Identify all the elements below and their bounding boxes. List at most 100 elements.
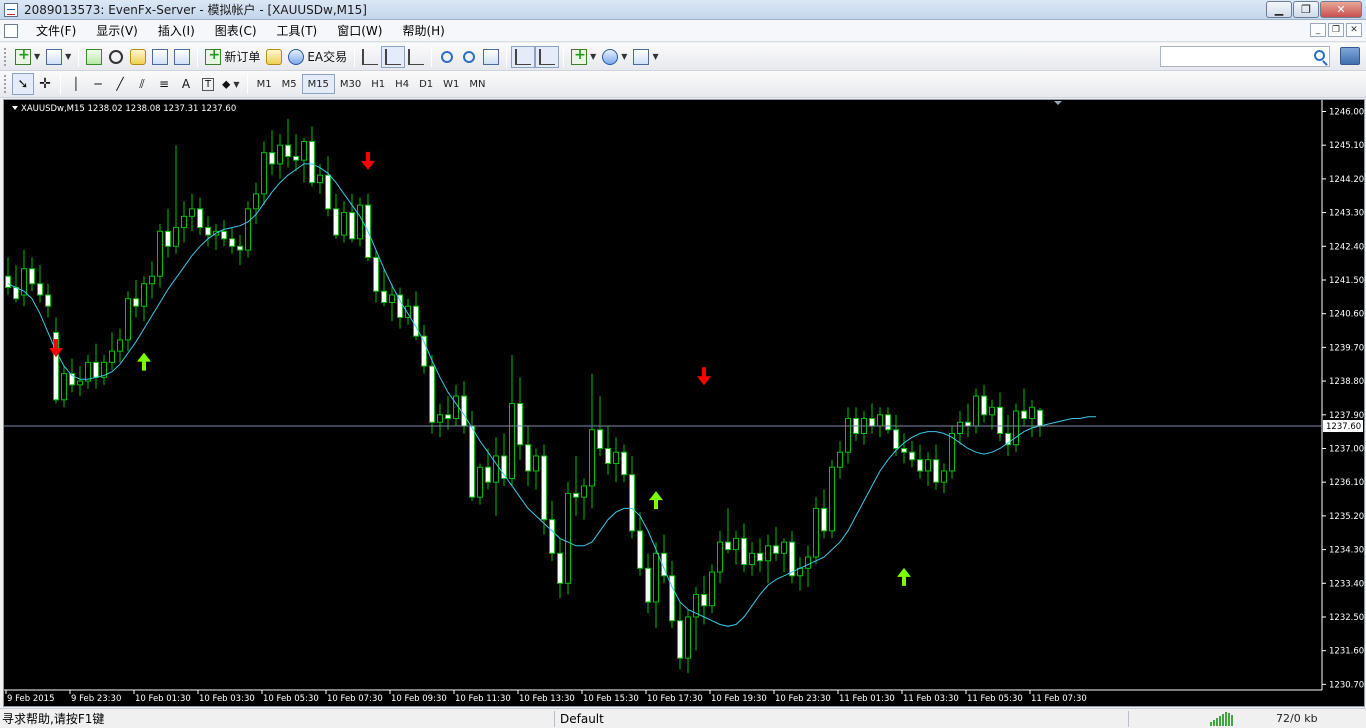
candle-body [293,155,299,161]
chat-button[interactable] [1340,47,1360,65]
new-chart-button[interactable]: ▼ [12,46,43,68]
candle-body [229,238,235,247]
price-tick-label: 1245.10 [1329,141,1364,151]
timeframe-d1-button[interactable]: D1 [414,74,438,94]
chevron-down-icon: ▼ [652,52,659,61]
candle-body [933,459,939,483]
templates-button[interactable]: ▼ [630,46,661,68]
menu-file[interactable]: 文件(F) [26,22,86,39]
candle-body [237,245,243,251]
current-price-label: 1237.60 [1326,422,1361,432]
tile-windows-button[interactable] [480,46,502,68]
price-chart[interactable]: 1246.00 1245.10 1244.20 1243.30 1242.40 1241.… [4,100,1364,706]
timeframe-mn-button[interactable]: MN [464,74,490,94]
timeframe-w1-button[interactable]: W1 [438,74,464,94]
timeframe-m30-button[interactable]: M30 [335,74,366,94]
templates-icon [633,48,650,65]
candle-body [589,429,595,487]
trendline-button[interactable]: ╱ [109,73,131,95]
horizontal-line-icon: ─ [94,77,102,91]
candle-body [493,455,499,483]
price-tick-label: 1234.30 [1329,546,1364,556]
channel-button[interactable]: ⫽ [131,73,153,95]
navigator-button[interactable] [127,46,149,68]
new-order-label: 新订单 [224,50,261,64]
periods-button[interactable]: ▼ [599,46,630,68]
text-tool-button[interactable]: A [175,73,197,95]
price-tick-label: 1233.40 [1329,579,1364,589]
menu-bar: 文件(F) 显示(V) 插入(I) 图表(C) 工具(T) 窗口(W) 帮助(H… [0,20,1366,42]
menu-view[interactable]: 显示(V) [86,22,148,39]
candle-body [941,470,947,483]
menu-window[interactable]: 窗口(W) [327,22,392,39]
bar-chart-button[interactable] [359,46,381,68]
timeframe-h1-button[interactable]: H1 [366,74,390,94]
candle-body [781,541,787,554]
menu-charts[interactable]: 图表(C) [205,22,267,39]
doc-close-button[interactable]: ✕ [1346,23,1362,37]
menu-insert[interactable]: 插入(I) [148,22,205,39]
vertical-line-button[interactable]: │ [65,73,87,95]
connection-bar [1216,718,1218,726]
chart-window[interactable]: 1246.00 1245.10 1244.20 1243.30 1242.40 1241.… [3,99,1365,707]
search-input[interactable] [1160,46,1330,67]
doc-restore-button[interactable]: ❐ [1328,23,1344,37]
auto-scroll-button[interactable] [511,45,536,68]
time-tick-label: 9 Feb 23:30 [71,694,121,704]
indicators-button[interactable]: ▼ [568,46,599,68]
chevron-down-icon: ▼ [34,52,41,61]
ea-trading-icon [288,48,305,65]
candle-body [957,421,963,435]
bar-chart-icon [362,48,379,65]
search-icon[interactable] [1314,50,1325,61]
toolbar-grip[interactable] [4,75,8,93]
candle-body [637,530,643,569]
new-order-icon [205,47,222,65]
timeframe-m5-button[interactable]: M5 [277,74,302,94]
minimize-button[interactable]: ▁ [1266,1,1292,18]
timeframe-m1-button[interactable]: M1 [252,74,277,94]
menu-help[interactable]: 帮助(H) [392,22,454,39]
price-tick-label: 1243.30 [1329,209,1364,219]
candle-body [349,212,355,240]
candle-body [157,230,163,277]
ea-trading-button[interactable]: EA交易 [285,46,350,68]
market-watch-button[interactable] [83,46,105,68]
candle-body [981,395,987,416]
chart-shift-button[interactable] [535,45,560,68]
maximize-button[interactable]: ❐ [1293,1,1319,18]
zoom-out-button[interactable] [458,46,480,68]
doc-minimize-button[interactable]: _ [1310,23,1326,37]
close-button[interactable]: ✕ [1320,1,1362,18]
candle-body [5,275,11,288]
line-chart-button[interactable] [405,46,427,68]
toolbar-grip[interactable] [4,47,8,66]
document-icon[interactable] [4,23,18,38]
profiles-button[interactable]: ▼ [43,46,74,68]
toolbar-separator [246,74,248,94]
strategy-tester-button[interactable] [171,46,193,68]
candle-body [533,455,539,472]
new-order-button[interactable]: 新订单 [202,46,263,68]
candle-body [725,541,731,551]
metaeditor-button[interactable] [263,46,285,68]
zoom-in-button[interactable] [436,46,458,68]
time-tick-label: 10 Feb 19:30 [711,694,767,704]
data-window-button[interactable] [105,46,127,68]
candle-body [621,451,627,476]
fibonacci-button[interactable]: ≡ [153,73,175,95]
crosshair-tool-button[interactable]: ✛ [34,73,56,95]
crosshair-target-icon [109,49,124,64]
timeframe-m15-button[interactable]: M15 [301,74,335,94]
cursor-tool-button[interactable]: ➘ [12,73,34,95]
menu-tools[interactable]: 工具(T) [267,22,328,39]
arrows-button[interactable]: ⬥ ▼ [219,73,243,95]
document-window-controls: _ ❐ ✕ [1310,23,1362,37]
candlestick-button[interactable] [381,45,406,68]
toolbar-separator [197,46,199,67]
horizontal-line-button[interactable]: ─ [87,73,109,95]
text-label-button[interactable]: T [197,73,219,95]
vertical-line-icon: │ [72,77,80,91]
timeframe-h4-button[interactable]: H4 [390,74,414,94]
terminal-button[interactable] [149,46,171,68]
